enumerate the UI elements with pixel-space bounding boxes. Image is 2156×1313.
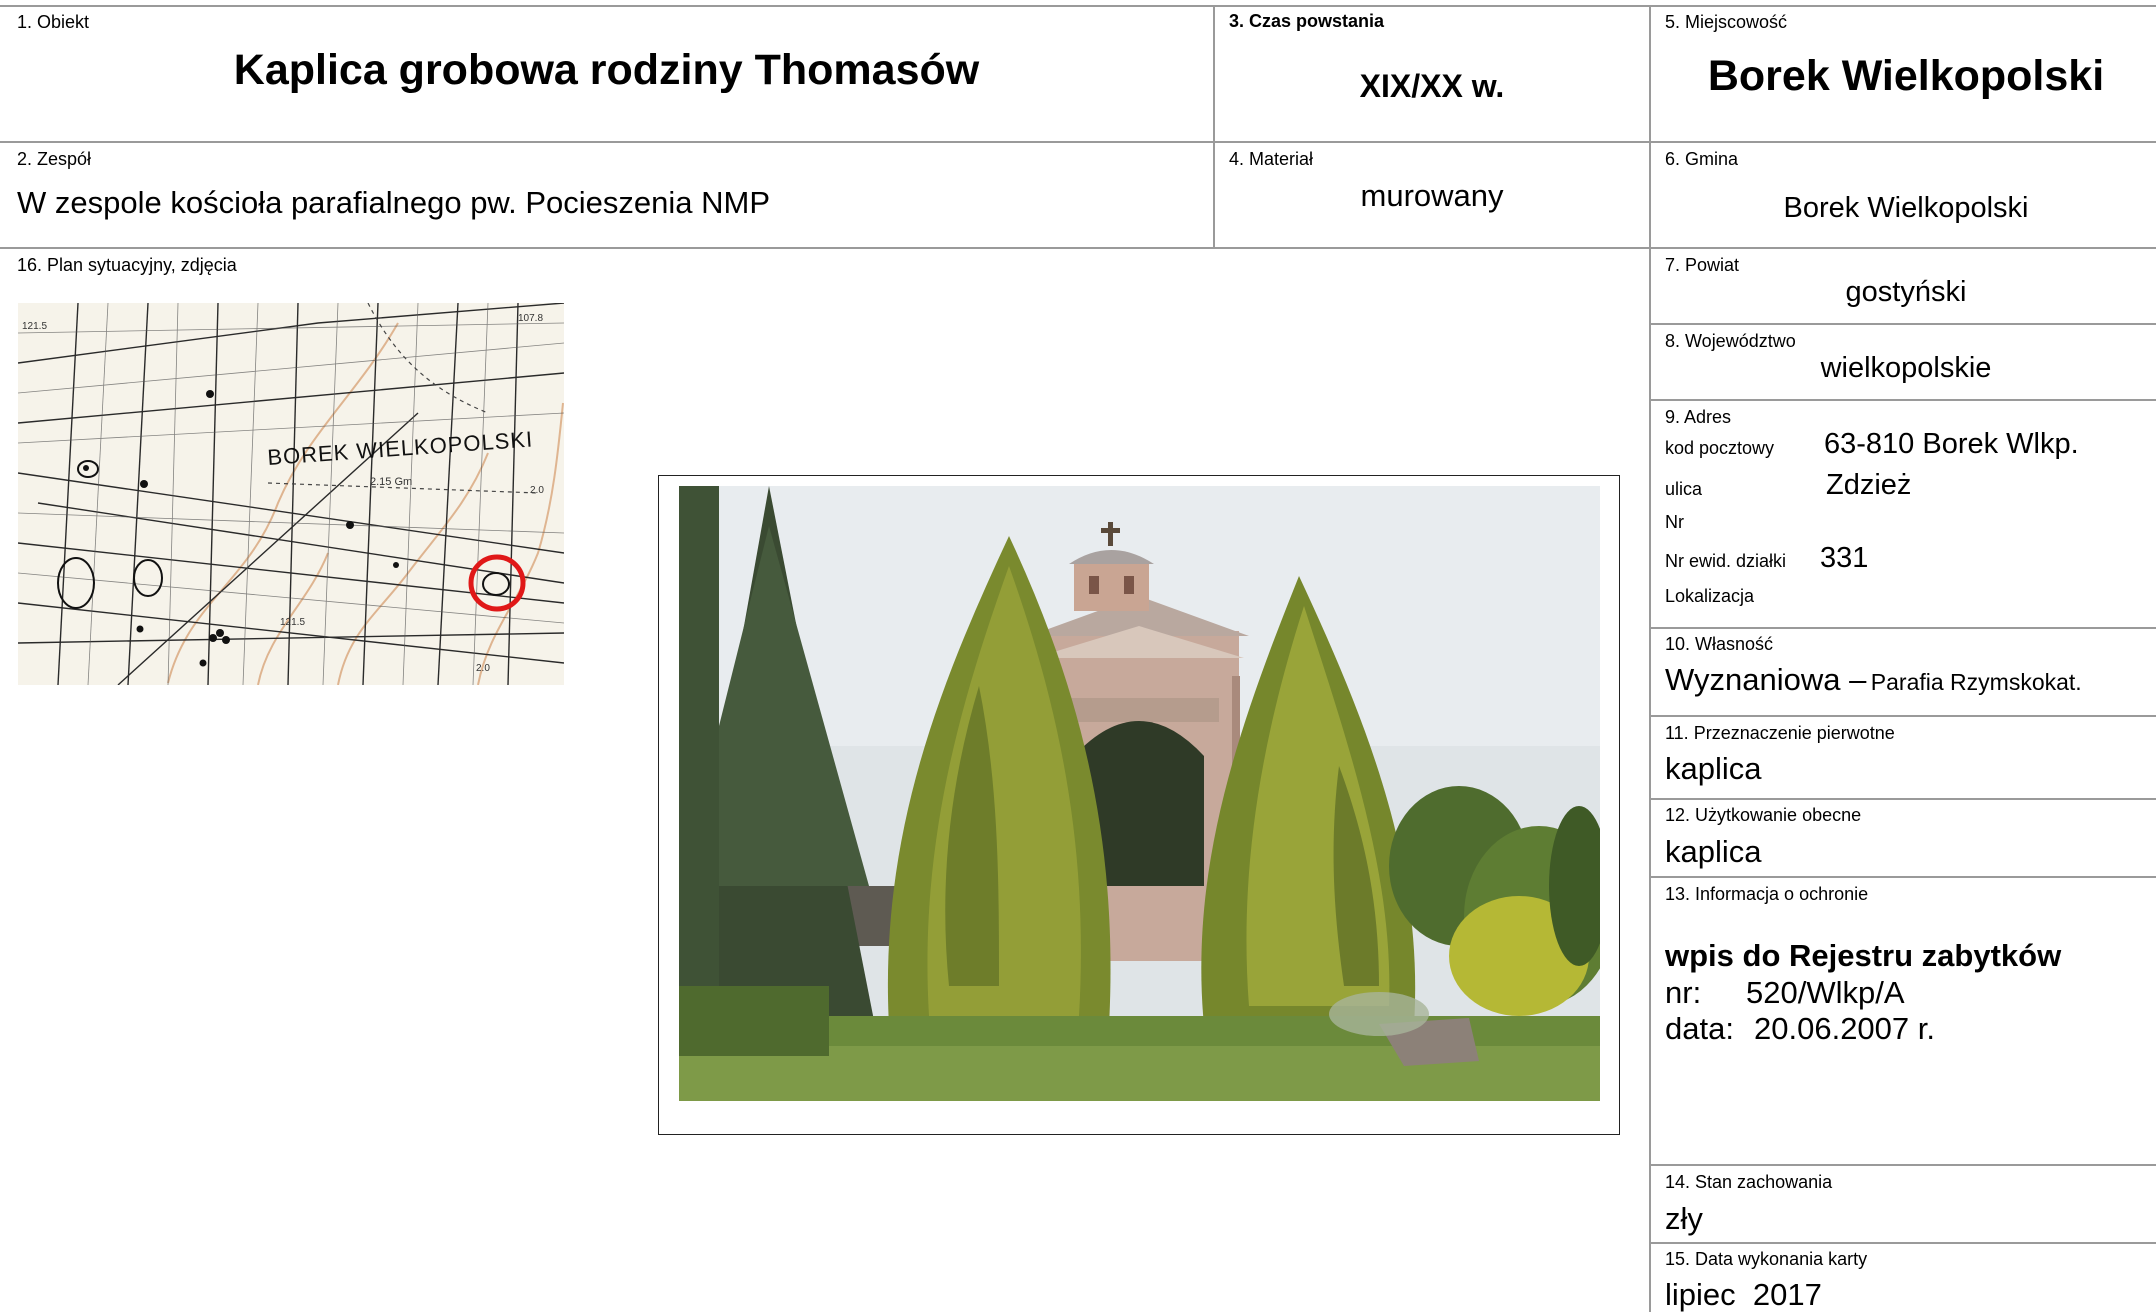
chapel-photo-graphic (679, 486, 1600, 1101)
ownership-label: 10. Własność (1665, 634, 1774, 654)
right-divider-12 (1650, 876, 2156, 878)
complex-value: W zespole kościoła parafialnego pw. Poci… (17, 185, 770, 220)
object-label: 1. Obiekt (17, 12, 90, 32)
material-label: 4. Materiał (1229, 149, 1314, 169)
plan-label: 16. Plan sytuacyjny, zdjęcia (17, 255, 237, 275)
protection-date-value: 20.06.2007 r. (1754, 1011, 1935, 1046)
date-label: 3. Czas powstania (1229, 11, 1385, 31)
voivodeship-value: wielkopolskie (1820, 352, 1992, 384)
protection-heading: wpis do Rejestru zabytków (1665, 938, 2062, 973)
right-divider-10 (1650, 715, 2156, 717)
protection-label: 13. Informacja o ochronie (1665, 884, 1869, 904)
complex-label: 2. Zespół (17, 149, 92, 169)
row-divider-1 (0, 141, 2156, 143)
right-divider-14 (1650, 1242, 2156, 1244)
ownership-type: Wyznaniowa – (1665, 662, 1867, 697)
map-height-2: 107.8 (518, 313, 543, 324)
municipality-value: Borek Wielkopolski (1783, 192, 2029, 224)
chapel-photo (679, 486, 1600, 1101)
row-divider-2 (0, 247, 2156, 249)
plot-number-value: 331 (1820, 542, 1869, 574)
photo-frame (658, 475, 1620, 1135)
date-value: XIX/XX w. (1359, 68, 1505, 104)
postal-code-label: kod pocztowy (1665, 438, 1775, 458)
card-date-label: 15. Data wykonania karty (1665, 1249, 1868, 1269)
right-divider-9 (1650, 627, 2156, 629)
address-label: 9. Adres (1665, 407, 1732, 427)
map-height-4: 121.5 (280, 617, 305, 628)
grass-shadow (679, 986, 829, 1056)
protection-nr-value: 520/Wlkp/A (1746, 975, 1905, 1010)
municipality-label: 6. Gmina (1665, 149, 1739, 169)
number-label: Nr (1665, 512, 1684, 532)
locality-value: Borek Wielkopolski (1707, 52, 2105, 100)
situation-map: BOREK WIELKOPOLSKI 121.5 107.8 2.15 Gm 1… (18, 303, 564, 685)
top-border (0, 5, 2156, 7)
current-use-value: kaplica (1665, 834, 1762, 869)
map-height-3: 2.15 Gm (370, 476, 412, 488)
map-height-1: 121.5 (22, 321, 47, 332)
condition-value: zły (1665, 1201, 1703, 1236)
county-label: 7. Powiat (1665, 255, 1740, 275)
original-purpose-value: kaplica (1665, 751, 1762, 786)
map-height-5: 2.0 (530, 485, 544, 496)
ownership-owner: Parafia Rzymskokat. (1870, 669, 2082, 695)
condition-label: 14. Stan zachowania (1665, 1172, 1833, 1192)
voivodeship-label: 8. Województwo (1665, 331, 1796, 351)
grave-flowers (1329, 992, 1429, 1036)
ownership-value: Wyznaniowa – Parafia Rzymskokat. (1665, 662, 2082, 698)
original-purpose-label: 11. Przeznaczenie pierwotne (1665, 723, 1895, 743)
right-divider-8 (1650, 399, 2156, 401)
right-divider-11 (1650, 798, 2156, 800)
plot-number-label: Nr ewid. działki (1665, 551, 1787, 571)
right-divider-7 (1650, 323, 2156, 325)
street-value: Zdzież (1826, 469, 1912, 501)
object-name: Kaplica grobowa rodziny Thomasów (233, 46, 980, 94)
street-label: ulica (1665, 479, 1703, 499)
material-value: murowany (1360, 178, 1504, 213)
location-label: Lokalizacja (1665, 586, 1755, 606)
protection-date-label: data: (1665, 1011, 1734, 1046)
right-divider-13 (1650, 1164, 2156, 1166)
situation-map-graphic: BOREK WIELKOPOLSKI 121.5 107.8 2.15 Gm 1… (18, 303, 564, 685)
locality-label: 5. Miejscowość (1665, 12, 1788, 32)
map-height-6: 2.0 (476, 663, 490, 674)
protection-nr-label: nr: (1665, 975, 1702, 1010)
county-value: gostyński (1845, 276, 1967, 308)
current-use-label: 12. Użytkowanie obecne (1665, 805, 1862, 825)
postal-code-value: 63-810 Borek Wlkp. (1824, 428, 2079, 460)
card-date-value: lipiec 2017 (1665, 1277, 1822, 1312)
